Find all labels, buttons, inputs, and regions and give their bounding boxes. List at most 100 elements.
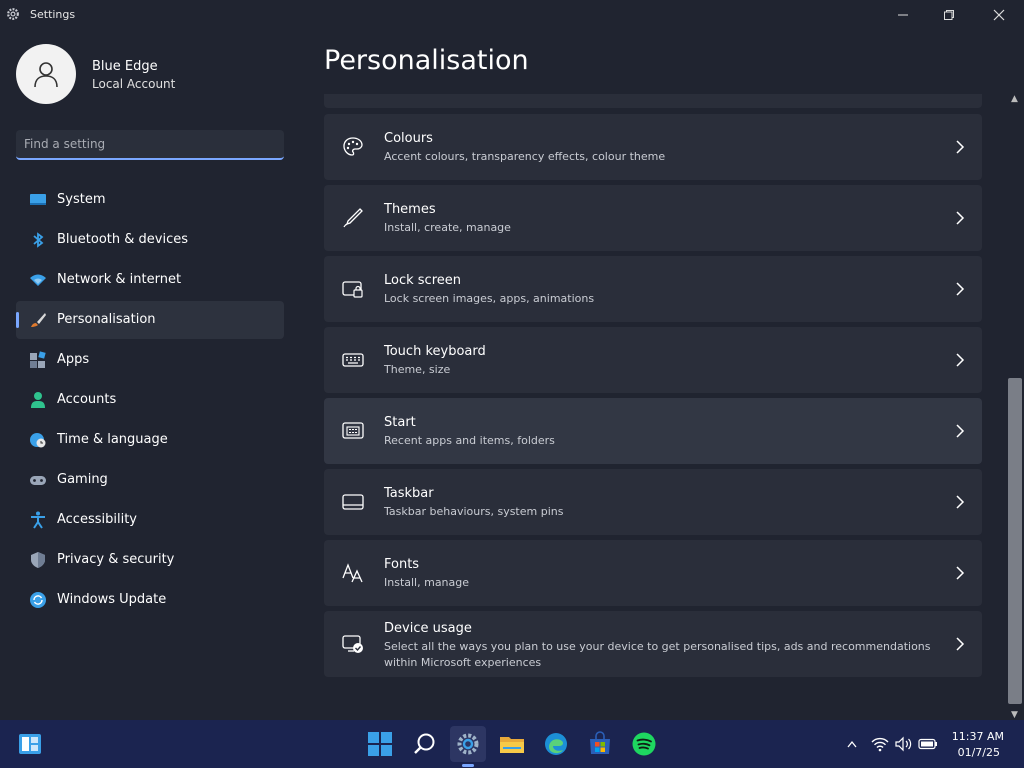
sidebar-item-label: System [57, 192, 106, 207]
sidebar-item-privacy[interactable]: Privacy & security [16, 541, 284, 579]
scroll-down-icon[interactable]: ▼ [1011, 710, 1018, 720]
sidebar-item-windows-update[interactable]: Windows Update [16, 581, 284, 619]
scrollbar-thumb[interactable] [1008, 378, 1022, 704]
card-subtitle: Taskbar behaviours, system pins [384, 505, 564, 518]
battery-icon [918, 738, 937, 750]
lock-screen-icon [342, 281, 363, 298]
search-input[interactable] [16, 130, 284, 158]
card-colours[interactable]: Colours Accent colours, transparency eff… [324, 114, 982, 180]
card-taskbar[interactable]: Taskbar Taskbar behaviours, system pins [324, 469, 982, 535]
scrollbar[interactable]: ▲ ▼ [1008, 94, 1022, 720]
fonts-icon [342, 563, 363, 583]
accessibility-icon [31, 511, 45, 529]
battery-button[interactable] [918, 734, 938, 754]
spotify-button[interactable] [626, 726, 662, 762]
card-lock-screen[interactable]: Lock screen Lock screen images, apps, an… [324, 256, 982, 322]
sidebar-item-bluetooth[interactable]: Bluetooth & devices [16, 221, 284, 259]
person-icon [31, 392, 45, 408]
sidebar-item-label: Network & internet [57, 272, 182, 287]
sidebar-item-apps[interactable]: Apps [16, 341, 284, 379]
page-title: Personalisation [324, 45, 529, 76]
chevron-right-icon [956, 566, 965, 580]
sidebar-item-gaming[interactable]: Gaming [16, 461, 284, 499]
card-device-usage[interactable]: Device usage Select all the ways you pla… [324, 611, 982, 677]
settings-gear-icon [7, 8, 19, 20]
sidebar-nav: System Bluetooth & devices Network & int… [16, 181, 284, 621]
avatar[interactable] [16, 44, 76, 104]
card-fonts[interactable]: Fonts Install, manage [324, 540, 982, 606]
clock-date[interactable]: 01/7/25 [958, 746, 1000, 759]
taskbar-icon [342, 494, 364, 510]
settings-app-button[interactable] [450, 726, 486, 762]
card-subtitle: Accent colours, transparency effects, co… [384, 150, 666, 163]
settings-list: Colours Accent colours, transparency eff… [324, 94, 984, 690]
card-subtitle: Install, create, manage [384, 221, 511, 234]
wifi-status-icon [871, 737, 889, 752]
card-start[interactable]: Start Recent apps and items, folders [324, 398, 982, 464]
sidebar-item-accessibility[interactable]: Accessibility [16, 501, 284, 539]
scroll-up-icon[interactable]: ▲ [1011, 94, 1018, 104]
taskbar: 11:37 AM 01/7/25 [0, 720, 1024, 768]
minimize-icon [898, 14, 908, 16]
widgets-button[interactable] [12, 726, 48, 762]
chevron-right-icon [956, 282, 965, 296]
window-title: Settings [30, 8, 76, 21]
sidebar-item-label: Accounts [57, 392, 117, 407]
file-explorer-button[interactable] [494, 726, 530, 762]
sidebar-item-label: Apps [57, 352, 90, 367]
chevron-right-icon [956, 140, 965, 154]
close-icon [993, 9, 1005, 21]
volume-icon [895, 736, 912, 752]
restore-button[interactable] [926, 0, 972, 30]
account-type: Local Account [92, 77, 176, 91]
windows-start-icon [368, 732, 392, 756]
edge-button[interactable] [538, 726, 574, 762]
sidebar-item-label: Windows Update [57, 592, 167, 607]
monitor-icon [30, 194, 46, 205]
card-title: Colours [384, 131, 433, 146]
sidebar-item-network[interactable]: Network & internet [16, 261, 284, 299]
settings-icon [457, 733, 479, 755]
start-button[interactable] [362, 726, 398, 762]
clock-time[interactable]: 11:37 AM [952, 730, 1004, 743]
sidebar-item-personalisation[interactable]: Personalisation [16, 301, 284, 339]
settings-window: Settings Blue Edge Local Account System … [0, 0, 1024, 720]
user-avatar-icon [34, 62, 58, 88]
search-box [16, 130, 284, 160]
sidebar-item-system[interactable]: System [16, 181, 284, 219]
card-subtitle: Lock screen images, apps, animations [384, 292, 595, 305]
wifi-icon [30, 274, 46, 286]
card-subtitle: Theme, size [384, 363, 451, 376]
tray-overflow-button[interactable] [842, 734, 862, 754]
profile-name: Blue Edge [92, 59, 158, 74]
apps-icon [30, 351, 46, 368]
card-themes[interactable]: Themes Install, create, manage [324, 185, 982, 251]
sidebar-item-time-language[interactable]: Time & language [16, 421, 284, 459]
card-title: Device usage [384, 621, 472, 636]
volume-button[interactable] [894, 734, 914, 754]
keyboard-icon [342, 353, 364, 367]
sidebar-item-accounts[interactable]: Accounts [16, 381, 284, 419]
network-status-button[interactable] [870, 734, 890, 754]
brush-icon [31, 313, 46, 327]
close-button[interactable] [976, 0, 1022, 30]
card-touch-keyboard[interactable]: Touch keyboard Theme, size [324, 327, 982, 393]
edge-icon [545, 733, 567, 755]
bluetooth-icon [33, 232, 44, 248]
store-button[interactable] [582, 726, 618, 762]
card-partial[interactable] [324, 94, 982, 108]
chevron-right-icon [956, 495, 965, 509]
card-title: Themes [384, 202, 436, 217]
minimize-button[interactable] [880, 0, 926, 30]
sidebar-item-label: Personalisation [57, 312, 156, 327]
widgets-icon [19, 734, 41, 754]
card-subtitle: Install, manage [384, 576, 470, 589]
sidebar-item-label: Gaming [57, 472, 108, 487]
card-subtitle: Select all the ways you plan to use your… [384, 640, 931, 669]
sidebar-item-label: Accessibility [57, 512, 137, 527]
shield-icon [31, 552, 45, 568]
search-button[interactable] [407, 726, 443, 762]
sidebar-item-label: Bluetooth & devices [57, 232, 188, 247]
file-explorer-icon [500, 737, 524, 753]
card-title: Touch keyboard [384, 344, 486, 359]
